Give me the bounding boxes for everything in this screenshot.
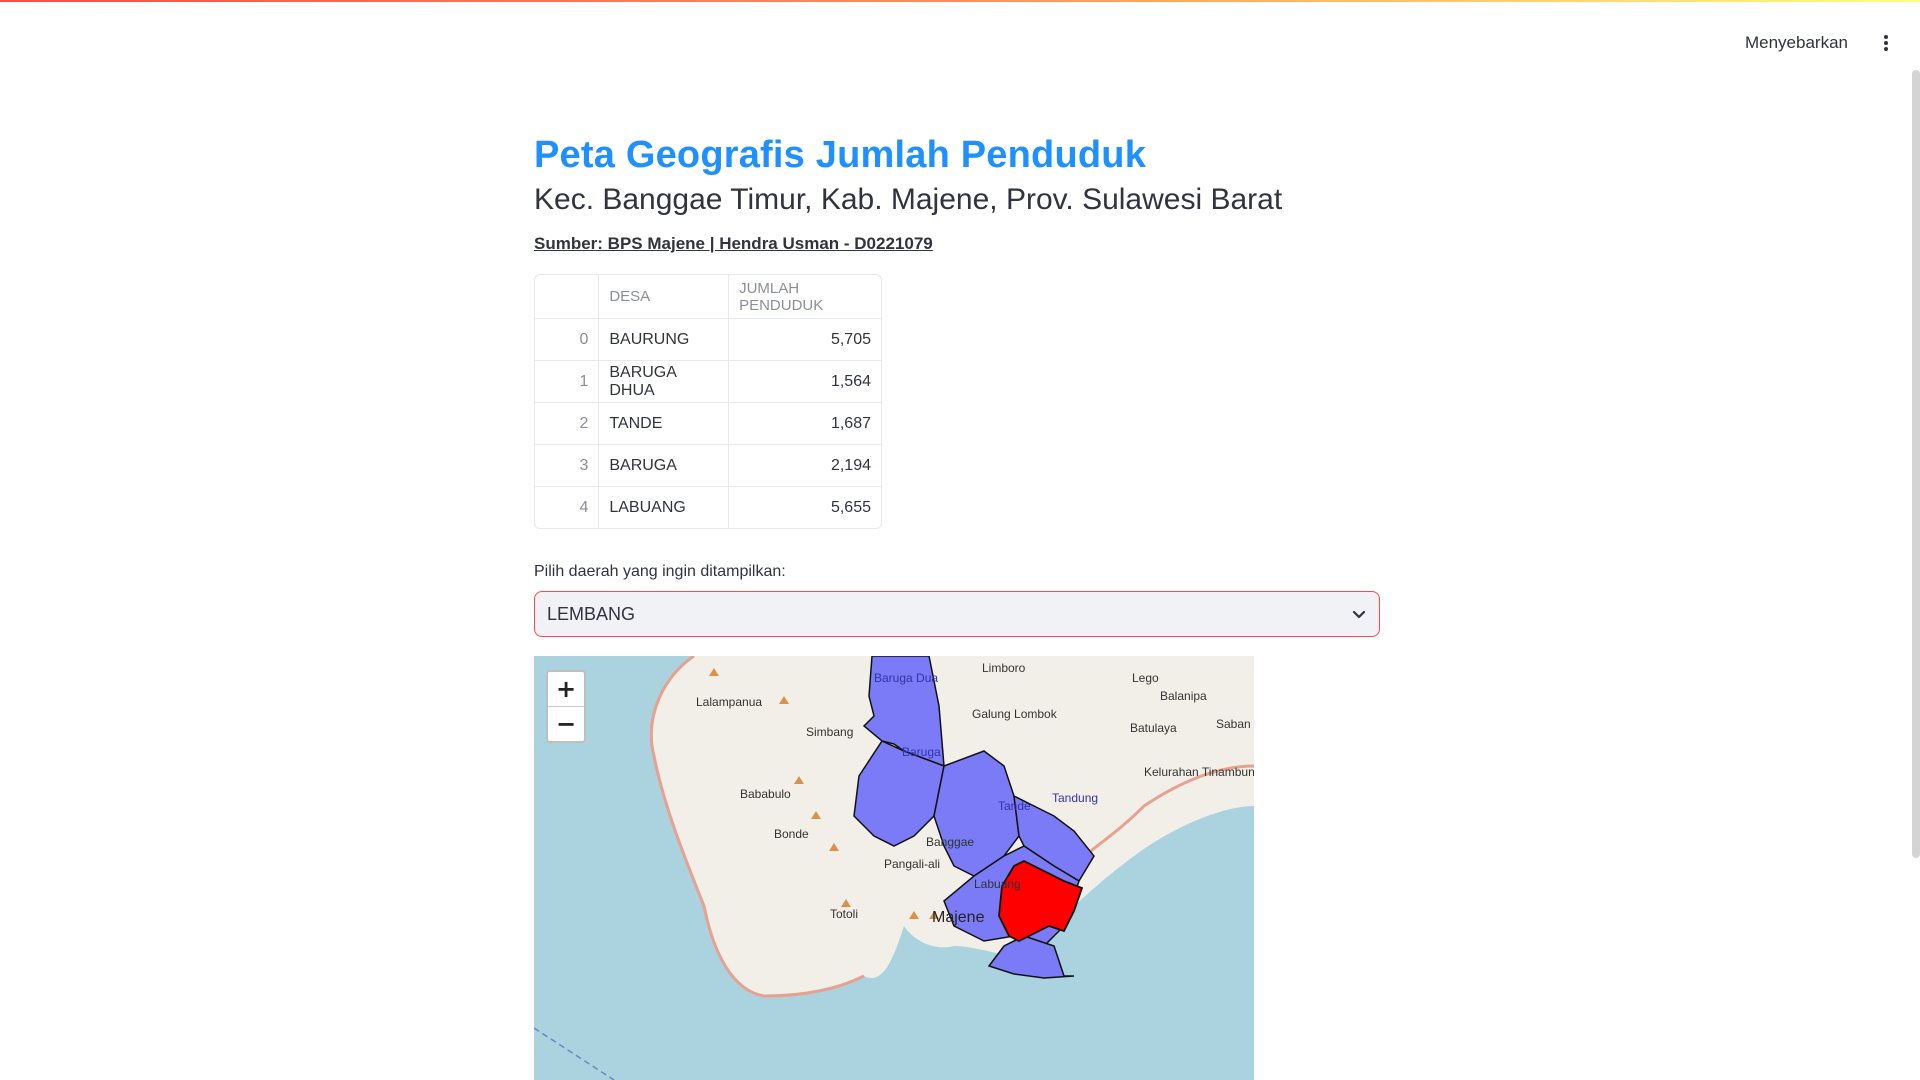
table-row: 1 BARUGA DHUA 1,564 — [535, 361, 881, 403]
label-saban: Saban — [1216, 717, 1251, 731]
table-header-row: DESA JUMLAH PENDUDUK — [535, 275, 881, 319]
label-galung-lombok: Galung Lombok — [972, 707, 1058, 721]
cell-desa[interactable]: TANDE — [599, 403, 730, 445]
zoom-in-button[interactable]: + — [548, 672, 584, 706]
cell-jumlah[interactable]: 5,655 — [729, 487, 881, 528]
map-view[interactable]: Baruga Dua Limboro Lego Balanipa Lalampa… — [534, 656, 1254, 1080]
region-select-label: Pilih daerah yang ingin ditampilkan: — [534, 563, 786, 580]
deploy-button[interactable]: Menyebarkan — [1727, 33, 1866, 53]
row-index: 4 — [535, 487, 600, 528]
top-decoration-bar — [0, 0, 1920, 2]
main-content: Peta Geografis Jumlah Penduduk Kec. Bang… — [534, 130, 1380, 637]
app-header: Menyebarkan — [1727, 20, 1920, 66]
page-title: Peta Geografis Jumlah Penduduk — [534, 134, 1147, 176]
label-totoli: Totoli — [830, 907, 858, 921]
sea-boundary-line — [534, 1027, 615, 1080]
label-bababulo: Bababulo — [740, 787, 791, 801]
label-limboro: Limboro — [982, 661, 1026, 675]
label-balanipa: Balanipa — [1160, 689, 1207, 703]
label-baruga-dua: Baruga Dua — [874, 671, 938, 685]
table-row: 3 BARUGA 2,194 — [535, 445, 881, 487]
label-batulaya: Batulaya — [1130, 721, 1177, 735]
cell-desa[interactable]: LABUANG — [599, 487, 730, 528]
region-select[interactable]: LEMBANG — [534, 591, 1380, 637]
label-lalampanua: Lalampanua — [696, 695, 762, 709]
label-banggae: Banggae — [926, 835, 974, 849]
row-index: 2 — [535, 403, 600, 445]
cell-jumlah[interactable]: 5,705 — [729, 319, 881, 361]
label-lego: Lego — [1132, 671, 1159, 685]
label-pangali-ali: Pangali-ali — [884, 857, 940, 871]
cell-jumlah[interactable]: 1,687 — [729, 403, 881, 445]
cell-desa[interactable]: BARUGA DHUA — [599, 361, 730, 403]
label-bonde: Bonde — [774, 827, 809, 841]
row-index: 3 — [535, 445, 600, 487]
map-canvas[interactable]: Baruga Dua Limboro Lego Balanipa Lalampa… — [534, 656, 1254, 1080]
cell-jumlah[interactable]: 2,194 — [729, 445, 881, 487]
label-baruga: Baruga — [902, 745, 941, 759]
label-majene: Majene — [932, 909, 985, 926]
zoom-out-button[interactable]: − — [548, 706, 584, 741]
source-credit: Sumber: BPS Majene | Hendra Usman - D022… — [534, 234, 933, 253]
page-subtitle: Kec. Banggae Timur, Kab. Majene, Prov. S… — [534, 183, 1283, 216]
label-simbang: Simbang — [806, 725, 853, 739]
column-header-jumlah-penduduk[interactable]: JUMLAH PENDUDUK — [729, 275, 881, 319]
population-table: DESA JUMLAH PENDUDUK 0 BAURUNG 5,705 1 B… — [534, 274, 882, 529]
label-labuang: Labuang — [974, 877, 1021, 891]
column-header-index[interactable] — [535, 275, 600, 319]
page-scrollbar[interactable] — [1912, 70, 1920, 858]
table-row: 2 TANDE 1,687 — [535, 403, 881, 445]
cell-jumlah[interactable]: 1,564 — [729, 361, 881, 403]
cell-desa[interactable]: BARUGA — [599, 445, 730, 487]
column-header-desa[interactable]: DESA — [599, 275, 730, 319]
map-zoom-control: + − — [546, 670, 586, 743]
region-select-value: LEMBANG — [547, 603, 636, 624]
label-tandung: Tandung — [1052, 791, 1098, 805]
label-tande: Tande — [998, 799, 1031, 813]
row-index: 1 — [535, 361, 600, 403]
vertical-ellipsis-icon — [1884, 35, 1888, 51]
table-row: 4 LABUANG 5,655 — [535, 487, 881, 528]
table-row: 0 BAURUNG 5,705 — [535, 319, 881, 361]
main-menu-button[interactable] — [1866, 23, 1906, 63]
cell-desa[interactable]: BAURUNG — [599, 319, 730, 361]
row-index: 0 — [535, 319, 600, 361]
chevron-down-icon — [1352, 610, 1366, 619]
label-kelurahan-tinambung: Kelurahan Tinambung — [1144, 765, 1254, 779]
